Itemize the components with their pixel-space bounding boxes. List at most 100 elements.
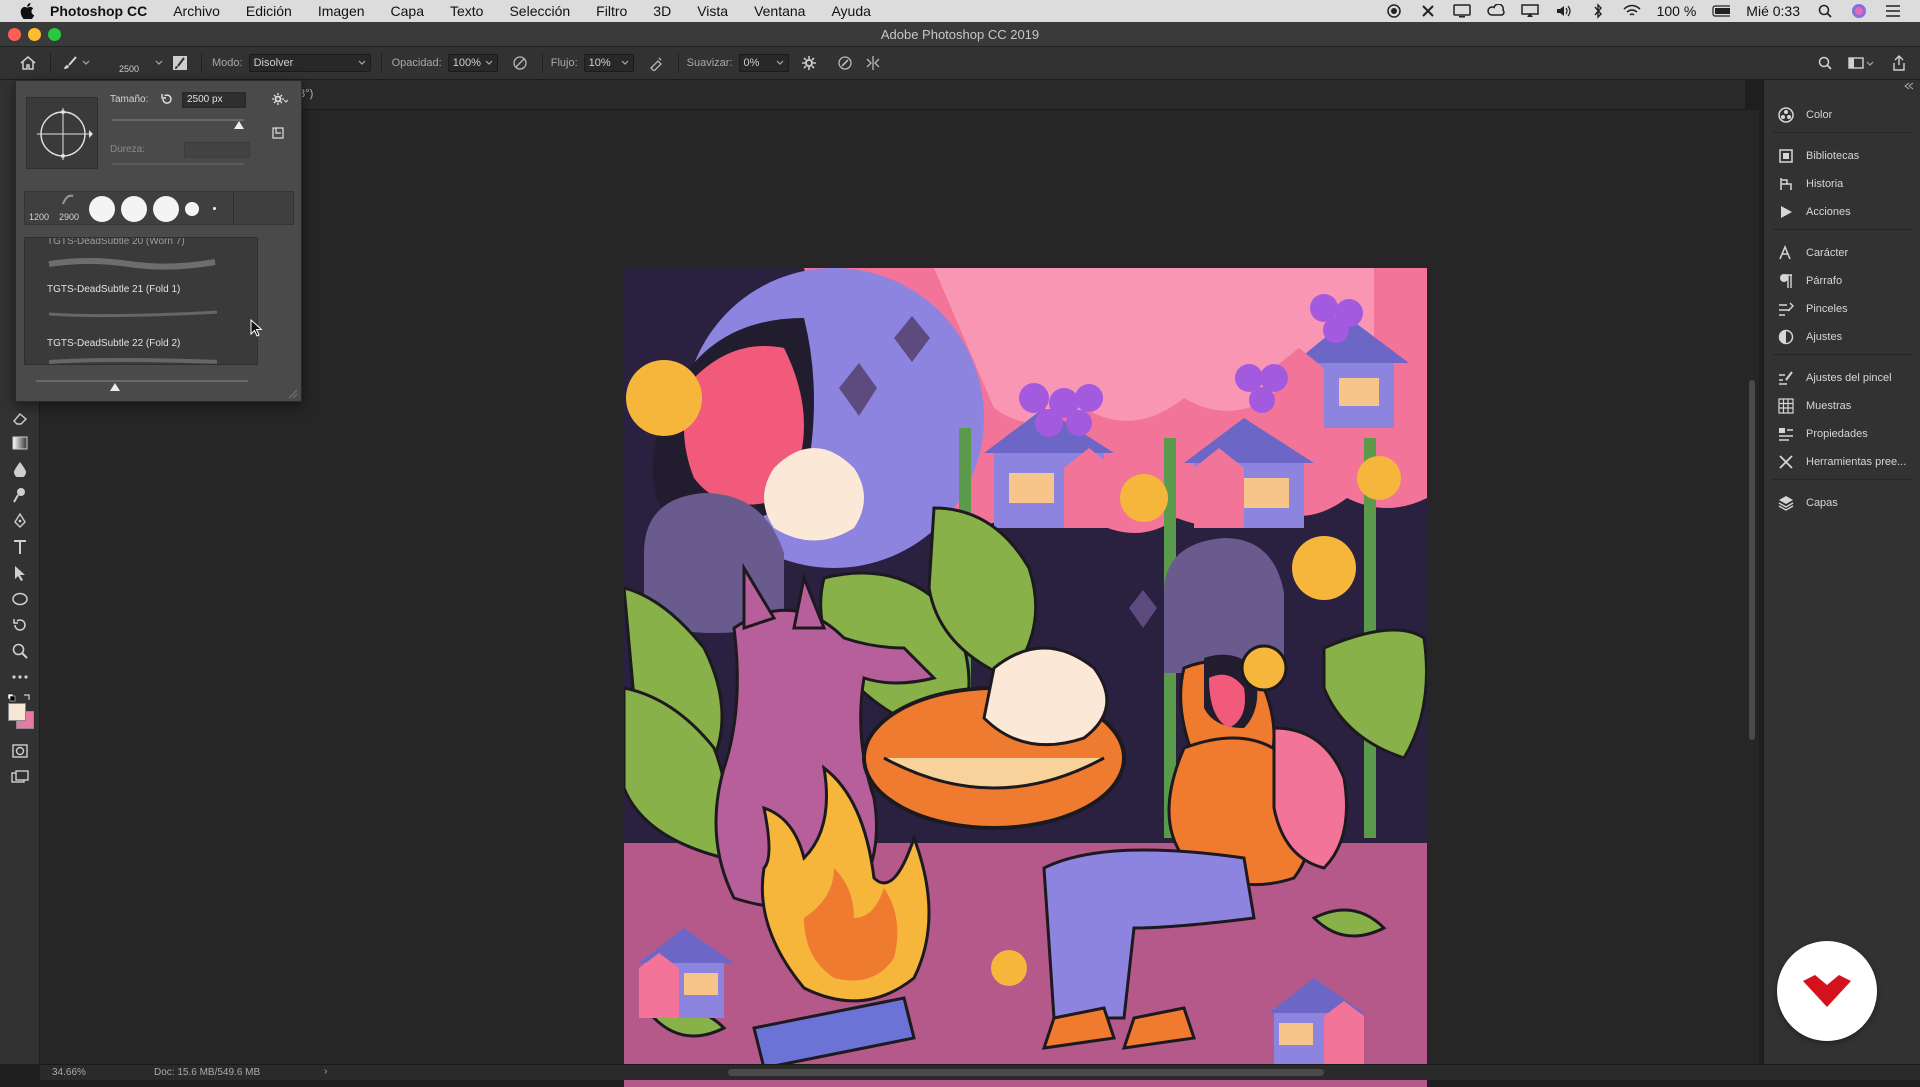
brush-item[interactable]: TGTS-DeadSubtle 20 (Worn 7)	[47, 238, 185, 247]
path-selection-tool-icon[interactable]	[8, 562, 32, 584]
menu-edicion[interactable]: Edición	[246, 3, 292, 19]
panel-swatches[interactable]: Muestras	[1764, 394, 1920, 418]
panel-libraries[interactable]: Bibliotecas	[1764, 144, 1920, 168]
home-icon[interactable]	[14, 52, 42, 74]
panel-tool-presets[interactable]: Herramientas pree...	[1764, 450, 1920, 474]
menu-archivo[interactable]: Archivo	[173, 3, 220, 19]
size-slider-knob[interactable]	[234, 121, 244, 129]
recent-brush-round-5[interactable]	[213, 207, 216, 210]
pressure-size-icon[interactable]	[831, 52, 859, 74]
zoom-level[interactable]: 34.66%	[52, 1067, 86, 1078]
panel-properties[interactable]: Propiedades	[1764, 422, 1920, 446]
tools-status-icon[interactable]	[1419, 3, 1437, 19]
vertical-scroll-thumb[interactable]	[1749, 380, 1755, 740]
clock[interactable]: Mié 0:33	[1746, 3, 1800, 19]
rotate-view-tool-icon[interactable]	[8, 614, 32, 636]
brush-item[interactable]: TGTS-DeadSubtle 21 (Fold 1)	[47, 284, 180, 295]
menu-texto[interactable]: Texto	[450, 3, 483, 19]
panel-paragraph[interactable]: Párrafo	[1764, 269, 1920, 293]
type-tool-icon[interactable]	[8, 536, 32, 558]
panel-brushes[interactable]: Pinceles	[1764, 297, 1920, 321]
minimize-window-button[interactable]	[28, 28, 41, 41]
swap-colors-icon[interactable]	[7, 690, 32, 702]
resize-grip-icon[interactable]	[288, 389, 298, 399]
menu-filtro[interactable]: Filtro	[596, 3, 627, 19]
panel-actions[interactable]: Acciones	[1764, 200, 1920, 224]
canvas-illustration[interactable]	[624, 268, 1427, 1087]
preview-size-slider[interactable]	[36, 380, 248, 382]
apple-icon[interactable]	[18, 2, 36, 20]
creative-cloud-icon[interactable]	[1486, 3, 1505, 19]
close-window-button[interactable]	[8, 28, 21, 41]
recent-brush-size-1[interactable]: 1200	[29, 212, 49, 222]
brush-tool-icon[interactable]	[59, 52, 81, 74]
brush-presets-list[interactable]: TGTS-DeadSubtle 20 (Worn 7) TGTS-DeadSub…	[24, 237, 258, 365]
pen-tool-icon[interactable]	[8, 510, 32, 532]
screen-mode-icon[interactable]	[8, 766, 32, 788]
menu-vista[interactable]: Vista	[697, 3, 728, 19]
airplay-icon[interactable]	[1520, 3, 1539, 19]
volume-icon[interactable]	[1555, 3, 1573, 19]
brush-preset-picker[interactable]: 2500	[115, 52, 163, 74]
gear-icon[interactable]	[795, 52, 823, 74]
search-icon[interactable]	[1814, 52, 1836, 74]
horizontal-scroll-thumb[interactable]	[728, 1069, 1324, 1076]
panel-adjustments[interactable]: Ajustes	[1764, 325, 1920, 349]
size-input[interactable]: 2500 px	[182, 92, 246, 108]
preview-size-slider-knob[interactable]	[110, 383, 120, 391]
menu-ventana[interactable]: Ventana	[754, 3, 805, 19]
hardness-slider[interactable]	[112, 163, 244, 165]
status-menu-arrow[interactable]: ›	[324, 1066, 327, 1077]
collapse-panels-icon[interactable]	[1904, 82, 1914, 90]
eraser-tool-icon[interactable]	[8, 407, 32, 429]
recent-brush-round-1[interactable]	[89, 196, 115, 222]
panel-character[interactable]: Carácter	[1764, 241, 1920, 265]
flow-field[interactable]: 10%	[583, 54, 634, 72]
symmetry-icon[interactable]	[859, 52, 887, 74]
share-icon[interactable]	[1888, 52, 1910, 74]
battery-icon[interactable]	[1712, 3, 1731, 19]
brush-tip-preview[interactable]	[26, 97, 98, 169]
brush-item[interactable]: TGTS-DeadSubtle 22 (Fold 2)	[47, 338, 180, 349]
recent-brush-round-2[interactable]	[121, 196, 147, 222]
bluetooth-icon[interactable]	[1589, 3, 1607, 19]
wifi-icon[interactable]	[1623, 3, 1641, 19]
recent-brush-size-2[interactable]: 2900	[59, 212, 79, 222]
vertical-scrollbar[interactable]	[1745, 110, 1759, 1064]
hardness-input[interactable]	[184, 142, 250, 158]
airbrush-icon[interactable]	[642, 52, 670, 74]
brush-settings-toggle-icon[interactable]	[169, 52, 191, 74]
spotlight-search-icon[interactable]	[1816, 3, 1834, 19]
panel-layers[interactable]: Capas	[1764, 491, 1920, 515]
new-preset-icon[interactable]	[272, 127, 284, 142]
tool-preset-chevron-icon[interactable]	[81, 52, 91, 74]
ellipse-tool-icon[interactable]	[8, 588, 32, 610]
record-icon[interactable]	[1385, 3, 1403, 19]
popup-gear-icon[interactable]	[272, 92, 289, 109]
zoom-window-button[interactable]	[48, 28, 61, 41]
size-slider[interactable]	[112, 119, 244, 121]
menu-photoshop[interactable]: Photoshop CC	[50, 3, 147, 19]
display-icon[interactable]	[1452, 3, 1471, 19]
reset-size-icon[interactable]	[160, 92, 174, 109]
recent-brush-round-4[interactable]	[185, 202, 199, 216]
panel-color[interactable]: Color	[1764, 103, 1920, 127]
opacity-field[interactable]: 100%	[447, 54, 498, 72]
more-tools-icon[interactable]	[8, 666, 32, 688]
quick-mask-icon[interactable]	[8, 740, 32, 762]
siri-icon[interactable]	[1850, 3, 1868, 19]
document-size-info[interactable]: Doc: 15.6 MB/549.6 MB	[154, 1067, 260, 1078]
panel-brush-settings[interactable]: Ajustes del pincel	[1764, 366, 1920, 390]
dodge-tool-icon[interactable]	[8, 484, 32, 506]
foreground-color-swatch[interactable]	[8, 703, 26, 721]
pressure-opacity-icon[interactable]	[506, 52, 534, 74]
menu-seleccion[interactable]: Selección	[509, 3, 570, 19]
menu-imagen[interactable]: Imagen	[318, 3, 365, 19]
gradient-tool-icon[interactable]	[8, 432, 32, 454]
recent-brush-texture-icon[interactable]	[61, 192, 77, 208]
blend-mode-select[interactable]: Disolver	[248, 54, 371, 72]
workspace-switcher-icon[interactable]	[1846, 52, 1876, 74]
panel-history[interactable]: Historia	[1764, 172, 1920, 196]
menu-3d[interactable]: 3D	[653, 3, 671, 19]
zoom-tool-icon[interactable]	[8, 640, 32, 662]
